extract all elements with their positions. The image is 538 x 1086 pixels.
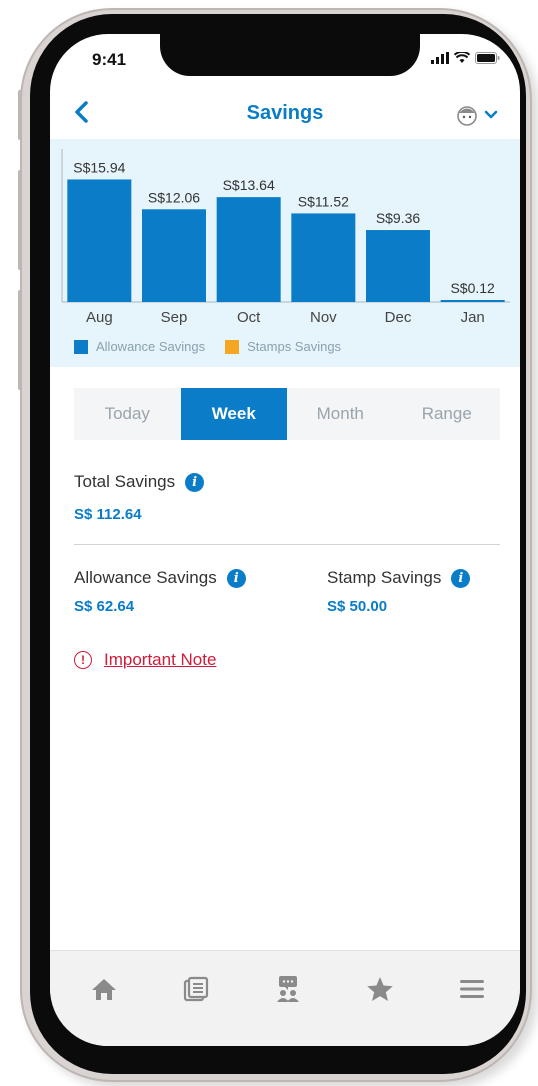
- segment-week[interactable]: Week: [180, 388, 287, 440]
- allowance-savings-label: Allowance Savings: [74, 568, 217, 587]
- nav-favorites[interactable]: [362, 971, 398, 1007]
- alert-icon: !: [74, 651, 92, 669]
- data-label-nov: S$11.52: [298, 193, 349, 209]
- bar-sep[interactable]: [142, 209, 206, 302]
- total-savings-row: Total Savings i: [74, 472, 205, 492]
- x-tick-dec: Dec: [385, 309, 412, 326]
- stamp-savings-value: S$ 50.00: [327, 598, 388, 615]
- chart-legend: Allowance Savings Stamps Savings: [74, 339, 341, 354]
- info-icon[interactable]: i: [451, 568, 471, 588]
- x-tick-oct: Oct: [237, 309, 261, 326]
- child-avatar-icon: [457, 106, 477, 126]
- page-title: Savings: [246, 102, 324, 124]
- legend-label-stamps: Stamps Savings: [247, 339, 342, 354]
- stamp-savings-label: Stamp Savings: [327, 568, 442, 587]
- total-savings-label: Total Savings: [74, 472, 176, 491]
- data-label-jan: S$0.12: [450, 280, 495, 296]
- volume-down-button: [18, 290, 22, 390]
- bar-oct[interactable]: [216, 197, 281, 302]
- star-icon: [367, 977, 393, 1001]
- important-note-link[interactable]: ! Important Note: [74, 650, 216, 670]
- data-label-oct: S$13.64: [223, 177, 275, 193]
- data-label-dec: S$9.36: [376, 210, 421, 226]
- info-icon[interactable]: i: [185, 472, 205, 492]
- nav-home[interactable]: [86, 971, 122, 1007]
- bar-dec[interactable]: [366, 230, 430, 302]
- legend-item-stamps: Stamps Savings: [225, 339, 341, 354]
- allowance-savings-row: Allowance Savings i: [74, 568, 246, 588]
- x-tick-aug: Aug: [86, 309, 113, 326]
- legend-swatch-stamps: [225, 339, 240, 354]
- bar-nov[interactable]: [291, 213, 356, 302]
- status-time: 9:41: [92, 50, 127, 69]
- menu-icon: [460, 980, 484, 998]
- nav-community[interactable]: [270, 971, 306, 1007]
- info-icon[interactable]: i: [226, 568, 246, 588]
- mute-switch: [18, 90, 22, 140]
- bar-chart: S$15.94 Aug S$12.06 Sep S$13.64 Oct S$11.52 Nov…: [61, 149, 510, 326]
- stamp-savings-row: Stamp Savings i: [327, 568, 471, 588]
- x-tick-sep: Sep: [161, 309, 188, 326]
- chevron-down-icon: [484, 110, 498, 119]
- segment-today[interactable]: Today: [74, 388, 181, 440]
- segment-range[interactable]: Range: [394, 388, 501, 440]
- total-savings-value: S$ 112.64: [74, 506, 142, 523]
- data-label-aug: S$15.94: [73, 159, 125, 175]
- divider: [74, 544, 500, 545]
- x-tick-jan: Jan: [461, 309, 485, 326]
- nav-menu[interactable]: [454, 971, 490, 1007]
- bottom-navigation: [50, 950, 520, 1046]
- bar-jan[interactable]: [440, 300, 505, 302]
- profile-switcher[interactable]: [456, 104, 498, 126]
- period-selector: Today Week Month Range: [74, 388, 500, 440]
- news-icon: [183, 976, 209, 1002]
- savings-chart: S$15.94 Aug S$12.06 Sep S$13.64 Oct S$11.52 Nov…: [50, 139, 520, 367]
- allowance-savings-value: S$ 62.64: [74, 598, 135, 615]
- legend-item-allowance: Allowance Savings: [74, 339, 205, 354]
- wifi-icon: [454, 52, 470, 63]
- notch: [160, 34, 420, 76]
- x-tick-nov: Nov: [310, 309, 337, 326]
- data-label-sep: S$12.06: [148, 189, 200, 205]
- app-screen: 9:41 Savings S$15.94 Aug S$12.06 Sep S$1…: [50, 34, 520, 1046]
- nav-news[interactable]: [178, 971, 214, 1007]
- app-header: Savings: [50, 96, 520, 136]
- home-icon: [92, 979, 116, 1000]
- bar-aug[interactable]: [67, 179, 132, 302]
- community-icon: [277, 976, 299, 1002]
- legend-swatch-allowance: [74, 339, 88, 354]
- segment-month[interactable]: Month: [287, 388, 394, 440]
- signal-icon: [431, 52, 449, 64]
- important-note-label: Important Note: [104, 650, 217, 669]
- status-icons: [431, 52, 500, 64]
- volume-up-button: [18, 170, 22, 270]
- legend-label-allowance: Allowance Savings: [96, 339, 206, 354]
- battery-icon: [475, 52, 500, 64]
